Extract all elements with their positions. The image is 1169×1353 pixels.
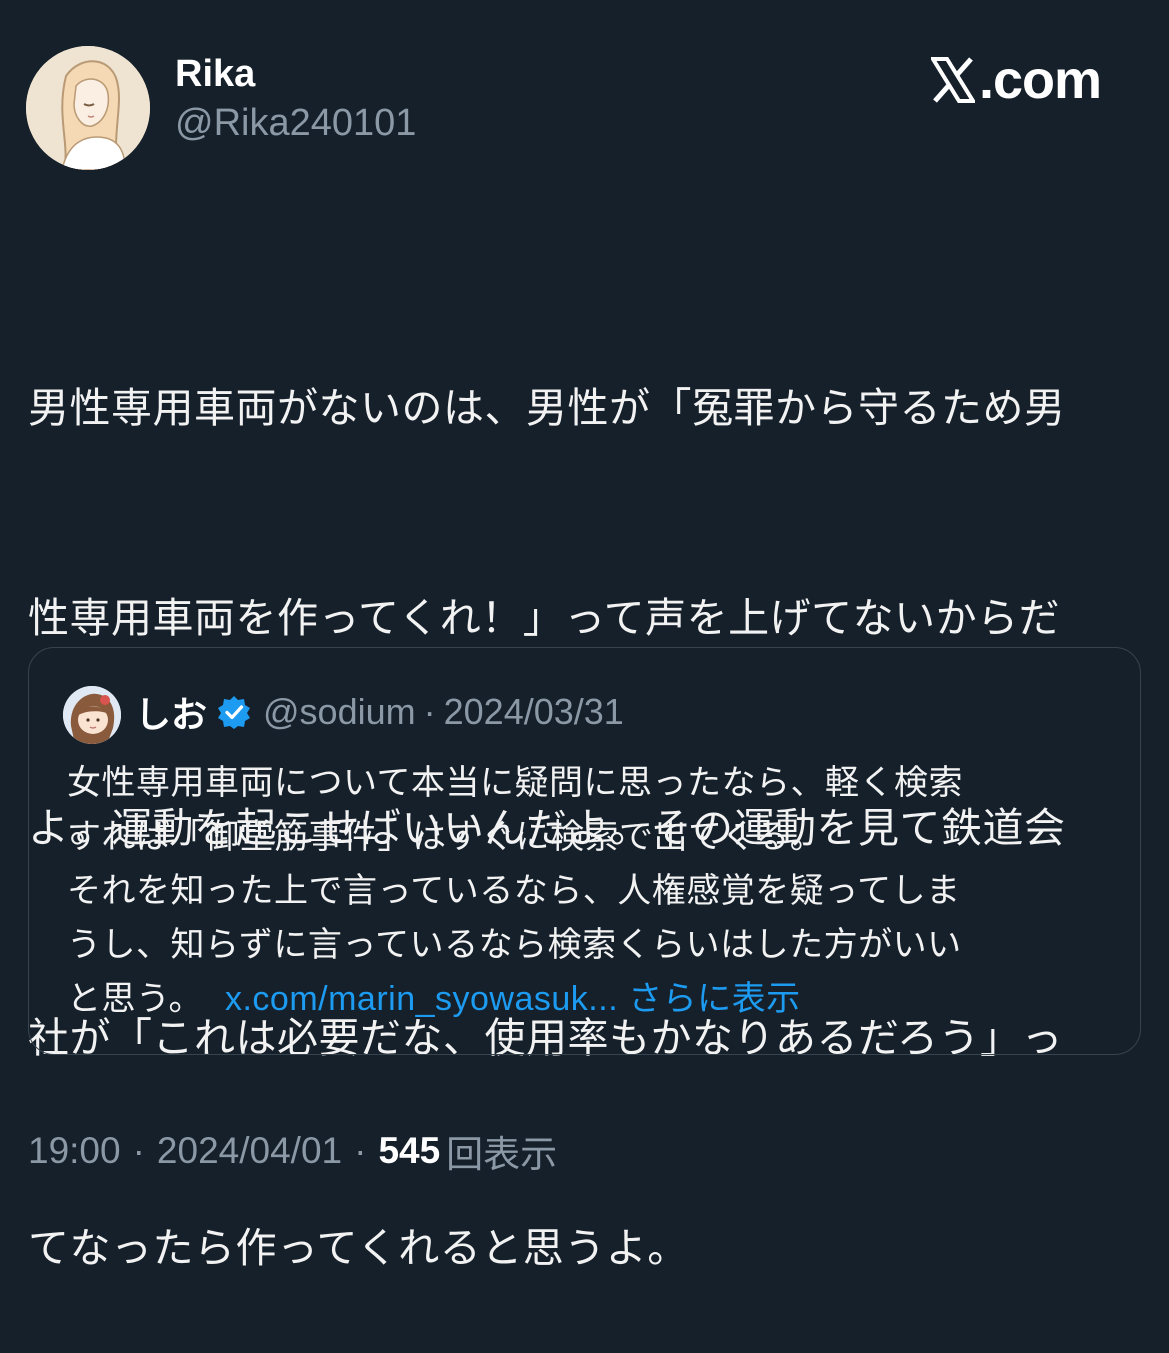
meta-separator: · bbox=[354, 1130, 367, 1171]
tweet-line: てなったら作ってくれると思うよ。 bbox=[28, 1224, 689, 1272]
quote-text: 女性専用車両について本当に疑問に思ったなら、軽く検索 すれば「御堂筋事件」はすぐ… bbox=[67, 756, 1112, 1026]
quote-last-line: と思う。 x.com/marin_syowasuk... さらに表示 bbox=[67, 972, 1112, 1026]
tweet-date[interactable]: 2024/04/01 bbox=[157, 1130, 342, 1172]
views-count: 545 bbox=[378, 1130, 441, 1171]
quote-line: うし、知らずに言っているなら検索くらいはした方がいい bbox=[67, 925, 962, 965]
verified-badge-icon bbox=[218, 696, 251, 729]
author-avatar[interactable] bbox=[26, 46, 150, 170]
quote-author-avatar[interactable] bbox=[63, 686, 121, 744]
quoted-tweet-card[interactable]: しお @sodium · 2024/03/31 女性専用車両について本当に疑問に… bbox=[28, 647, 1141, 1055]
author-avatar-illustration bbox=[26, 46, 150, 170]
quote-link[interactable]: x.com/marin_syowasuk... bbox=[225, 980, 618, 1018]
quote-date[interactable]: 2024/03/31 bbox=[444, 691, 624, 733]
quote-line: と思う。 bbox=[67, 979, 203, 1019]
tweet-meta: 19:00 · 2024/04/01 · 545 回表示 bbox=[28, 1126, 557, 1176]
show-more-link[interactable]: さらに表示 bbox=[628, 979, 801, 1019]
quote-separator: · bbox=[423, 691, 436, 732]
tweet-time[interactable]: 19:00 bbox=[28, 1130, 121, 1172]
quote-avatar-illustration bbox=[63, 686, 121, 744]
quote-line: 女性専用車両について本当に疑問に思ったなら、軽く検索 bbox=[67, 763, 963, 803]
quote-header: しお @sodium · 2024/03/31 bbox=[135, 688, 624, 736]
meta-separator: · bbox=[132, 1130, 145, 1171]
quote-handle[interactable]: @sodium bbox=[263, 691, 416, 733]
views-label: 回表示 bbox=[446, 1133, 558, 1176]
author-handle[interactable]: @Rika240101 bbox=[175, 101, 416, 145]
tweet-line: 男性専用車両がないのは、男性が「冤罪から守るため男 bbox=[28, 384, 1066, 432]
x-com-brand: .com bbox=[930, 50, 1102, 110]
quote-line: すれば「御堂筋事件」はすぐに検索で出てくる。 bbox=[67, 817, 825, 857]
quote-display-name[interactable]: しお bbox=[135, 686, 207, 738]
brand-label: .com bbox=[978, 50, 1102, 110]
tweet-line: 性専用車両を作ってくれ！」って声を上げてないからだ bbox=[28, 594, 1061, 642]
quote-line: それを知った上で言っているなら、人権感覚を疑ってしま bbox=[67, 871, 961, 911]
x-logo-icon bbox=[930, 57, 975, 103]
author-display-name[interactable]: Rika bbox=[175, 52, 255, 96]
